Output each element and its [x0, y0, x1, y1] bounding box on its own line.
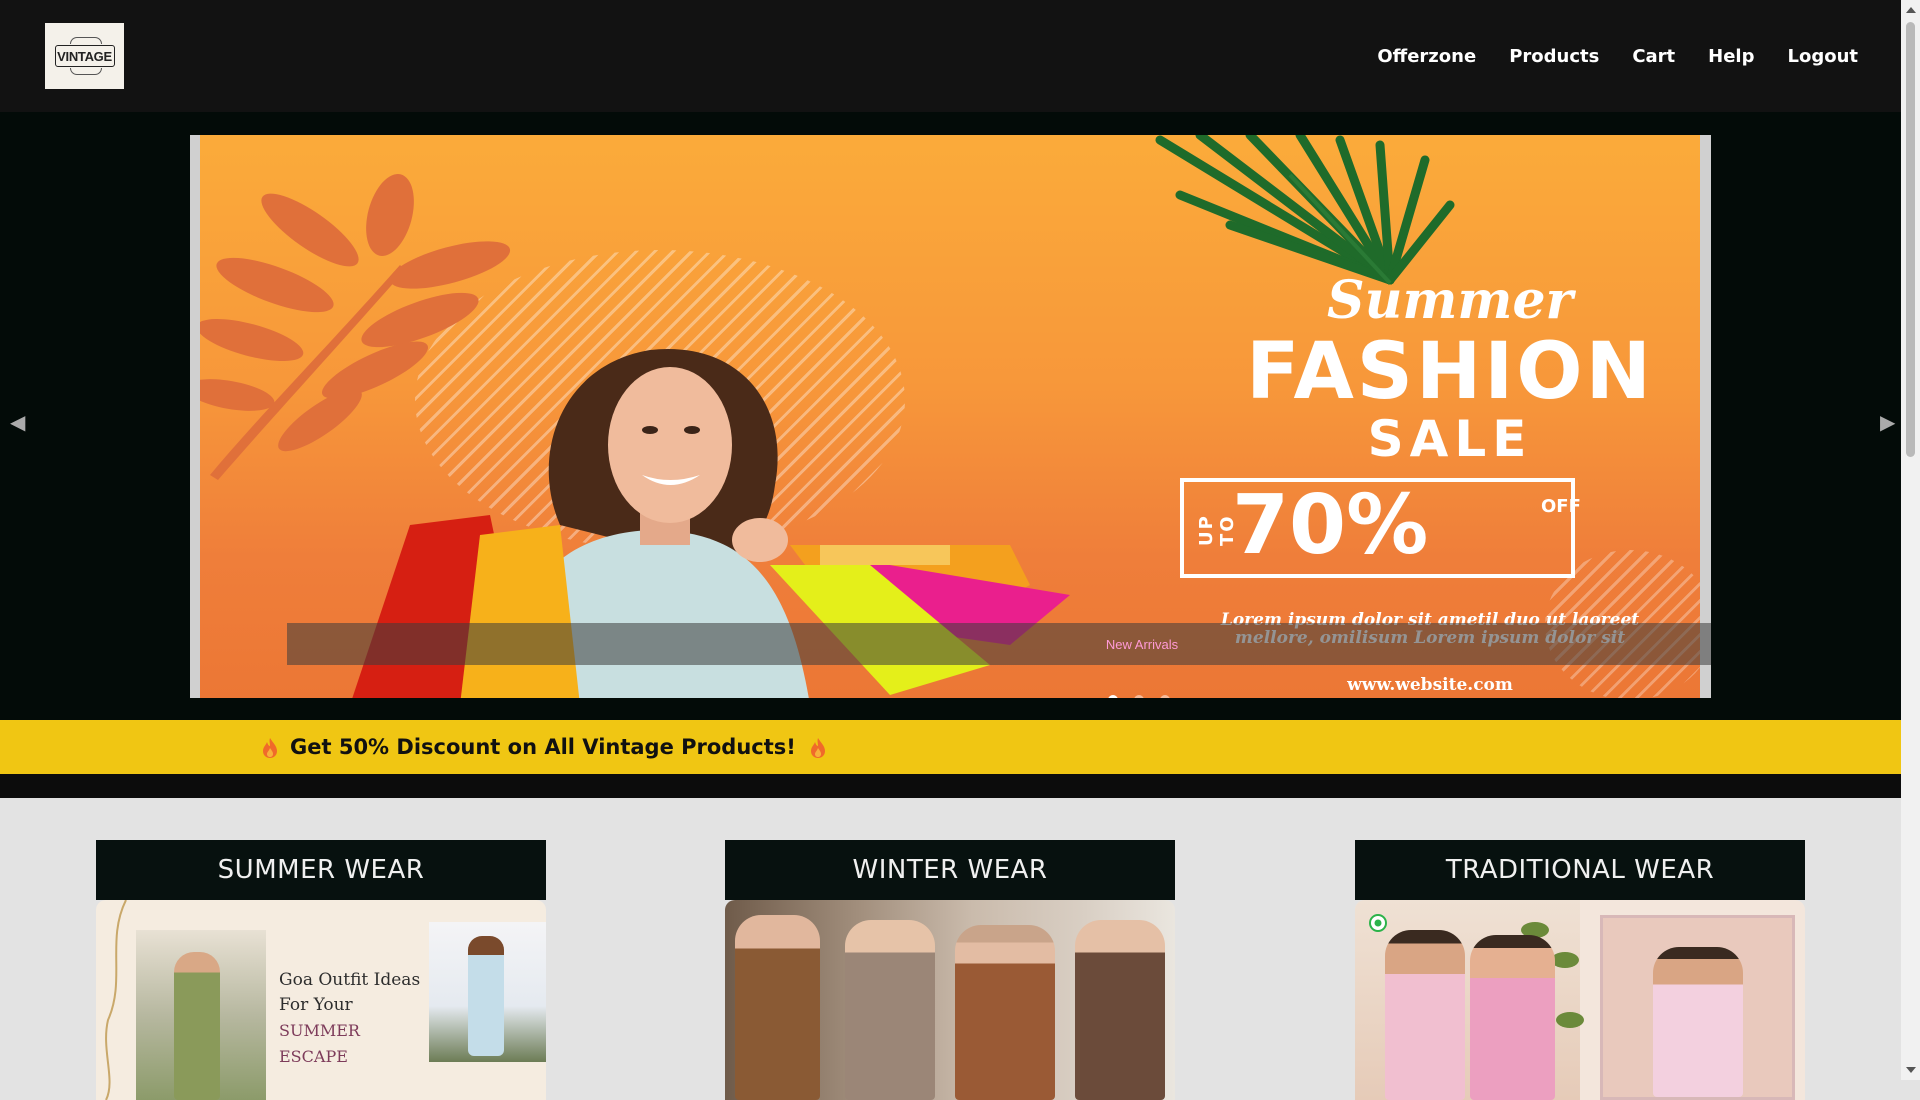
category-title: TRADITIONAL WEAR — [1355, 840, 1805, 900]
category-card-winter[interactable]: WINTER WEAR — [725, 840, 1175, 1100]
page-scrollbar[interactable] — [1901, 0, 1920, 1080]
banner-off-text: OFF — [1541, 496, 1581, 517]
carousel-indicator-3[interactable] — [1160, 695, 1170, 698]
banner-website-text: www.website.com — [1347, 675, 1513, 695]
banner-percent-text: 70% — [1232, 478, 1429, 573]
category-card-summer[interactable]: SUMMER WEAR Goa Outfit Ideas For Your SU… — [96, 840, 546, 1100]
carousel-indicators — [1108, 695, 1170, 698]
carousel-indicator-2[interactable] — [1134, 695, 1144, 698]
green-badge-icon — [1369, 914, 1387, 932]
carousel-indicator-1[interactable] — [1108, 695, 1118, 698]
scroll-down-arrow-icon[interactable] — [1906, 1067, 1916, 1073]
discount-section: Get 50% Discount on All Vintage Products… — [0, 720, 1901, 798]
scrollbar-thumb[interactable] — [1906, 22, 1915, 457]
summer-vine-decoration — [105, 900, 127, 1100]
carousel-next-icon[interactable]: ▶ — [1880, 410, 1895, 434]
summer-model-left — [174, 952, 220, 1100]
category-section: SUMMER WEAR Goa Outfit Ideas For Your SU… — [0, 798, 1901, 1100]
summer-model-right — [468, 936, 504, 1056]
navbar: VINTAGE Offerzone Products Cart Help Log… — [0, 0, 1901, 112]
summer-wear-image[interactable]: Goa Outfit Ideas For Your SUMMER ESCAPE — [96, 900, 546, 1100]
carousel-caption-bar: New Arrivals — [287, 623, 1711, 665]
winter-model-1 — [735, 915, 820, 1100]
banner-heading-sale: SALE — [1367, 410, 1533, 468]
category-title: WINTER WEAR — [725, 840, 1175, 900]
nav-products[interactable]: Products — [1509, 46, 1599, 67]
traditional-model-woman — [1470, 935, 1555, 1100]
logo-badge-icon: VINTAGE — [54, 37, 115, 67]
hero-carousel: ◀ ▶ Summer FASHION SALE UP TO 70% OFF Lo… — [0, 112, 1901, 720]
carousel-slide[interactable]: Summer FASHION SALE UP TO 70% OFF Lorem … — [190, 135, 1711, 698]
summer-image-subtext: SUMMER ESCAPE — [279, 1021, 360, 1066]
category-card-traditional[interactable]: TRADITIONAL WEAR — [1355, 840, 1805, 1100]
winter-model-4 — [1075, 920, 1165, 1100]
carousel-prev-icon[interactable]: ◀ — [10, 410, 25, 434]
carousel-caption: New Arrivals — [1105, 636, 1179, 652]
nav-offerzone[interactable]: Offerzone — [1377, 46, 1476, 67]
traditional-photo-right — [1600, 915, 1795, 1100]
discount-percent-box: UP TO 70% OFF — [1180, 478, 1581, 578]
banner-upto-text: UP TO — [1196, 514, 1238, 546]
logo-text: VINTAGE — [57, 48, 112, 64]
nav-help[interactable]: Help — [1708, 46, 1754, 67]
discount-banner: Get 50% Discount on All Vintage Products… — [0, 720, 1901, 774]
traditional-model-man — [1385, 930, 1465, 1100]
banner-heading-fashion: FASHION — [1246, 327, 1654, 417]
summer-sale-banner: Summer FASHION SALE UP TO 70% OFF Lorem … — [200, 135, 1700, 698]
discount-message: Get 50% Discount on All Vintage Products… — [262, 720, 825, 774]
fire-icon — [810, 737, 825, 758]
scroll-up-arrow-icon[interactable] — [1906, 7, 1916, 13]
nav-logout[interactable]: Logout — [1787, 46, 1858, 67]
winter-wear-image[interactable] — [725, 900, 1175, 1100]
fire-icon — [262, 737, 277, 758]
nav-links: Offerzone Products Cart Help Logout — [1377, 0, 1858, 112]
category-title: SUMMER WEAR — [96, 840, 546, 900]
winter-model-3 — [955, 925, 1055, 1100]
winter-model-2 — [845, 920, 935, 1100]
summer-image-caption: Goa Outfit Ideas For Your SUMMER ESCAPE — [279, 968, 429, 1070]
banner-heading-summer: Summer — [1327, 270, 1573, 331]
summer-image-text: Goa Outfit Ideas For Your — [279, 970, 421, 1015]
discount-text: Get 50% Discount on All Vintage Products… — [290, 735, 796, 759]
palm-leaf-illustration — [1155, 135, 1455, 285]
traditional-couple — [1653, 947, 1743, 1097]
traditional-wear-image[interactable] — [1355, 900, 1805, 1100]
vintage-logo[interactable]: VINTAGE — [45, 23, 124, 89]
nav-cart[interactable]: Cart — [1632, 46, 1675, 67]
